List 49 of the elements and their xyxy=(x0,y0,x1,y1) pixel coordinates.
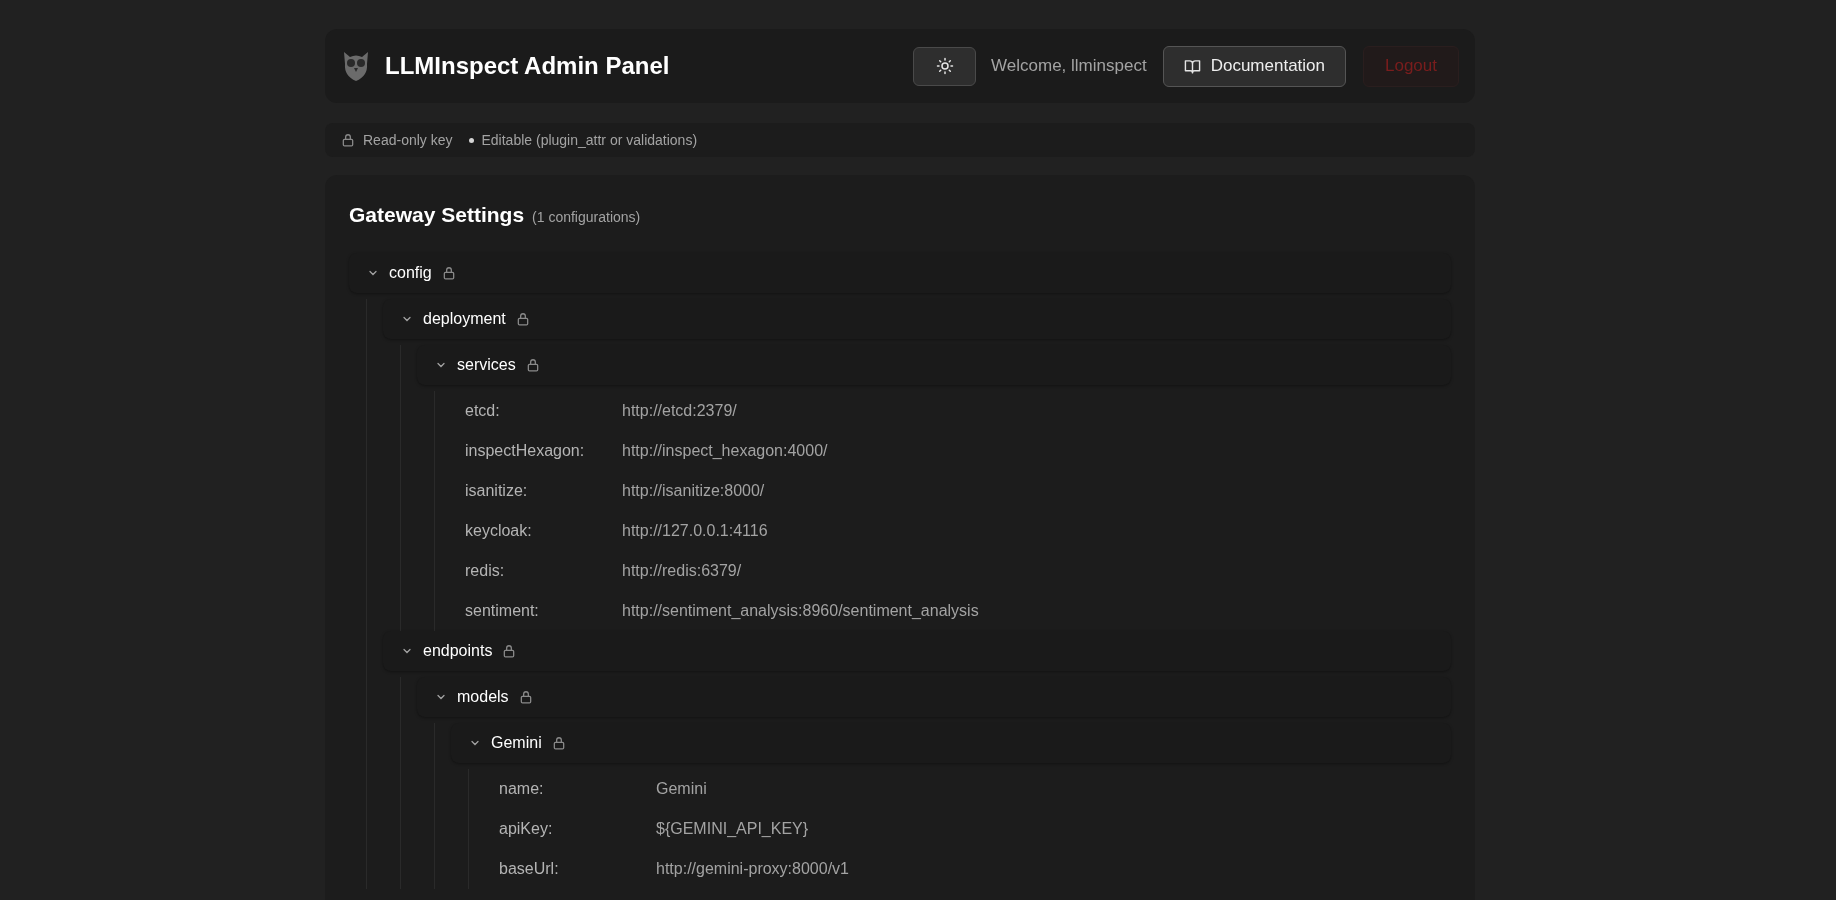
field-key: baseUrl: xyxy=(499,856,656,881)
field-value: ${GEMINI_API_KEY} xyxy=(656,818,809,839)
field-value: Gemini xyxy=(656,778,707,799)
node-key: Gemini xyxy=(491,730,542,755)
owl-icon xyxy=(341,50,371,82)
app-title: LLMInspect Admin Panel xyxy=(385,51,670,81)
legend-label: Editable (plugin_attr or validations) xyxy=(481,130,698,150)
lock-icon xyxy=(518,689,533,704)
field-key: inspectHexagon: xyxy=(465,438,622,463)
field-value: http://127.0.0.1:4116 xyxy=(622,520,768,541)
field-key: keycloak: xyxy=(465,518,622,543)
welcome-text: Welcome, llminspect xyxy=(991,55,1147,78)
section-title: Gateway Settings xyxy=(349,202,525,228)
field-value: http://redis:6379/ xyxy=(622,560,742,581)
tree-node-row[interactable]: models xyxy=(417,676,1451,717)
tree-node-row[interactable]: Gemini xyxy=(451,722,1451,763)
bullet-icon xyxy=(468,137,474,143)
node-key: config xyxy=(389,260,432,285)
field-key: etcd: xyxy=(465,398,622,423)
lock-icon xyxy=(525,357,540,372)
lock-icon xyxy=(441,265,456,280)
field-key: apiKey: xyxy=(499,816,656,841)
configuration-count: (1 configurations) xyxy=(532,208,641,227)
node-key: endpoints xyxy=(423,638,493,663)
field-key: isanitize: xyxy=(465,478,622,503)
field-value: http://isanitize:8000/ xyxy=(622,480,765,501)
node-key: services xyxy=(457,352,516,377)
book-icon xyxy=(1183,57,1201,75)
field-key: sentiment: xyxy=(465,598,622,623)
field-value: http://inspect_hexagon:4000/ xyxy=(622,440,828,461)
field-value: http://etcd:2379/ xyxy=(622,400,737,421)
field-key: name: xyxy=(499,776,656,801)
field-key: redis: xyxy=(465,558,622,583)
lock-icon xyxy=(515,311,530,326)
field-value: http://sentiment_analysis:8960/sentiment_analysis xyxy=(622,600,979,621)
field-value: http://gemini-proxy:8000/v1 xyxy=(656,858,849,879)
legend-label: Read-only key xyxy=(363,130,453,150)
tree-node-row[interactable]: endpoints xyxy=(383,630,1451,671)
sun-icon xyxy=(935,57,954,75)
tree-node-row[interactable]: config xyxy=(349,252,1451,293)
lock-icon xyxy=(341,133,355,147)
node-key: models xyxy=(457,684,509,709)
tree-node-row[interactable]: services xyxy=(417,344,1451,385)
theme-toggle-button[interactable] xyxy=(913,46,977,86)
node-key: deployment xyxy=(423,306,506,331)
documentation-button[interactable]: Documentation xyxy=(1162,45,1346,87)
lock-icon xyxy=(551,735,566,750)
tree-node-row[interactable]: deployment xyxy=(383,298,1451,339)
lock-icon xyxy=(502,643,517,658)
